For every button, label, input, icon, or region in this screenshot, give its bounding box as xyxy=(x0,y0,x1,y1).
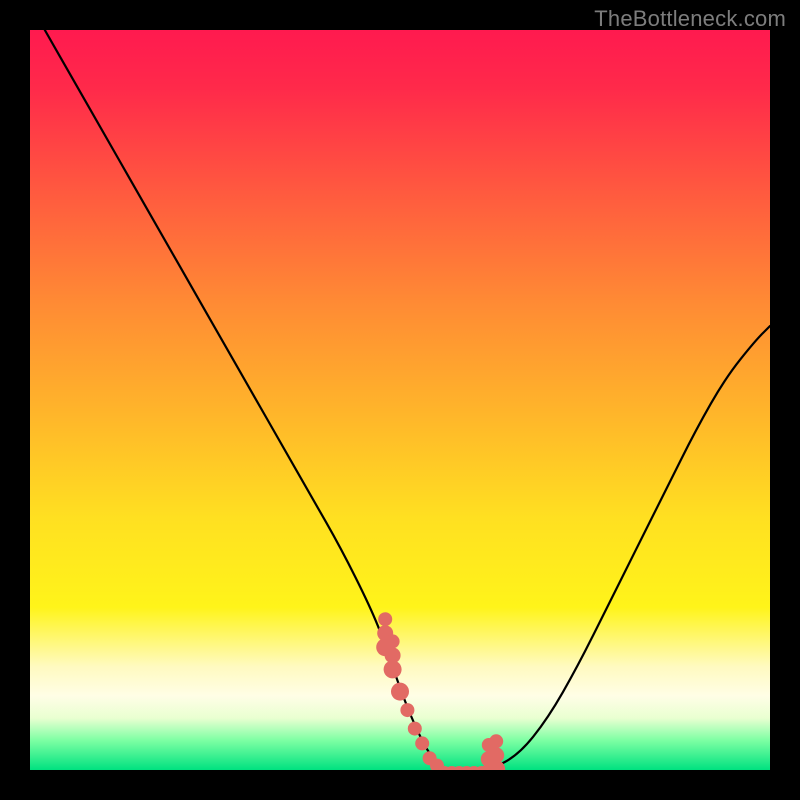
watermark-text: TheBottleneck.com xyxy=(594,6,786,32)
bottleneck-curve xyxy=(30,30,770,770)
valley-marker-dot xyxy=(408,722,422,736)
valley-marker-group xyxy=(376,612,505,770)
valley-marker-dot xyxy=(378,612,392,626)
valley-marker-dot xyxy=(489,734,503,748)
valley-marker-dot xyxy=(386,634,400,648)
valley-marker-dot xyxy=(400,703,414,717)
valley-marker-dot xyxy=(385,647,401,663)
valley-marker-dot xyxy=(488,747,504,763)
chart-frame: TheBottleneck.com xyxy=(0,0,800,800)
curve-path xyxy=(45,30,770,770)
valley-marker-dot xyxy=(415,736,429,750)
valley-marker-dot xyxy=(391,683,409,701)
chart-plot-area xyxy=(30,30,770,770)
